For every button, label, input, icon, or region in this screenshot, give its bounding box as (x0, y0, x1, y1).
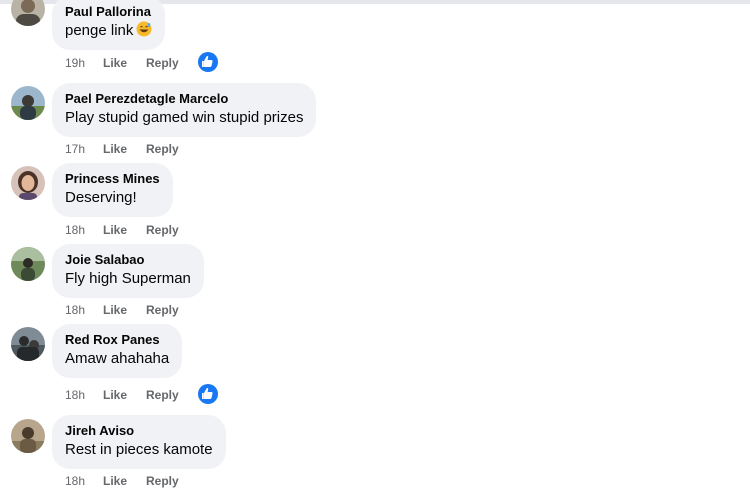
comment-bubble: Paul Pallorina penge link (52, 0, 166, 50)
comment-author[interactable]: Red Rox Panes (65, 332, 169, 348)
comment-timestamp[interactable]: 19h (65, 55, 85, 71)
avatar[interactable] (11, 247, 45, 281)
like-button[interactable]: Like (103, 302, 127, 318)
reply-button[interactable]: Reply (146, 473, 179, 489)
comment-author[interactable]: Jireh Aviso (65, 423, 213, 439)
like-button[interactable]: Like (103, 473, 127, 489)
comment-bubble: Joie Salabao Fly high Superman (52, 244, 204, 298)
comment-timestamp[interactable]: 18h (65, 387, 85, 403)
like-reaction-icon[interactable] (198, 52, 218, 72)
comment-author[interactable]: Princess Mines (65, 171, 160, 187)
avatar[interactable] (11, 86, 45, 120)
reply-button[interactable]: Reply (146, 222, 179, 238)
comment-bubble: Pael Perezdetagle Marcelo Play stupid ga… (52, 83, 317, 137)
comment-bubble: Jireh Aviso Rest in pieces kamote (52, 415, 226, 469)
comment-text: Deserving! (65, 189, 137, 206)
comment-author[interactable]: Pael Perezdetagle Marcelo (65, 91, 303, 107)
comment-timestamp[interactable]: 18h (65, 222, 85, 238)
grinning-sweat-emoji-icon (136, 21, 152, 37)
like-button[interactable]: Like (103, 55, 127, 71)
avatar[interactable] (11, 0, 45, 26)
comment-text: penge link (65, 21, 152, 41)
like-reaction-icon[interactable] (198, 384, 218, 404)
avatar[interactable] (11, 166, 45, 200)
like-button[interactable]: Like (103, 141, 127, 157)
like-button[interactable]: Like (103, 387, 127, 403)
comments-section: Paul Pallorina penge link 19h Like Reply… (0, 0, 750, 492)
comment-author[interactable]: Paul Pallorina (65, 4, 152, 20)
comment-timestamp[interactable]: 18h (65, 302, 85, 318)
comment-text: Amaw ahahaha (65, 350, 170, 367)
comment-text: Fly high Superman (65, 270, 191, 287)
comment-timestamp[interactable]: 18h (65, 473, 85, 489)
comment-text: Play stupid gamed win stupid prizes (65, 109, 304, 126)
reply-button[interactable]: Reply (146, 387, 179, 403)
like-button[interactable]: Like (103, 222, 127, 238)
avatar[interactable] (11, 327, 45, 361)
comment-timestamp[interactable]: 17h (65, 141, 85, 157)
comment-bubble: Red Rox Panes Amaw ahahaha (52, 324, 183, 378)
reply-button[interactable]: Reply (146, 55, 179, 71)
reply-button[interactable]: Reply (146, 302, 179, 318)
reply-button[interactable]: Reply (146, 141, 179, 157)
comment-bubble: Princess Mines Deserving! (52, 163, 173, 217)
comment-text: Rest in pieces kamote (65, 441, 213, 458)
avatar[interactable] (11, 419, 45, 453)
comment-author[interactable]: Joie Salabao (65, 252, 191, 268)
comment-text-body: penge link (65, 22, 134, 39)
